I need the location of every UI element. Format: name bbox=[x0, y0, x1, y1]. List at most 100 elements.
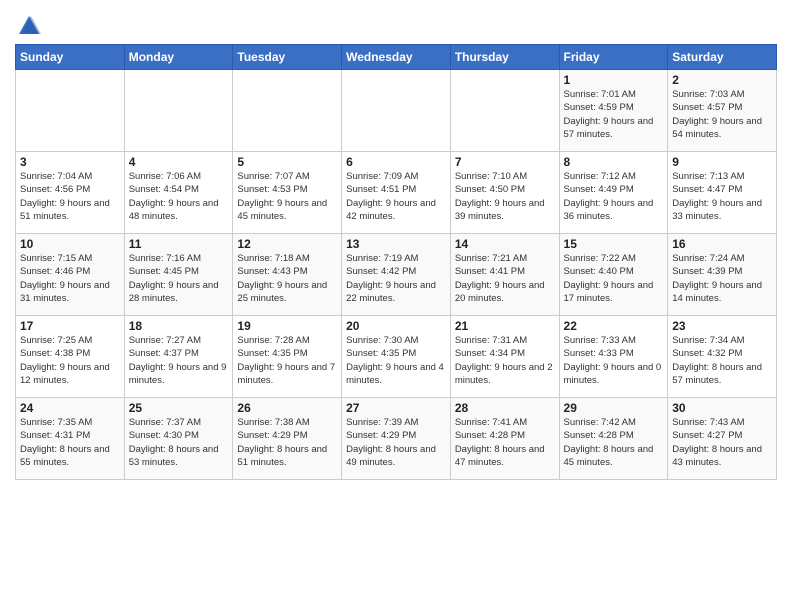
calendar-cell: 14Sunrise: 7:21 AM Sunset: 4:41 PM Dayli… bbox=[450, 234, 559, 316]
day-info: Sunrise: 7:01 AM Sunset: 4:59 PM Dayligh… bbox=[564, 88, 664, 141]
weekday-header-thursday: Thursday bbox=[450, 45, 559, 70]
calendar-cell bbox=[16, 70, 125, 152]
day-info: Sunrise: 7:24 AM Sunset: 4:39 PM Dayligh… bbox=[672, 252, 772, 305]
calendar-cell: 10Sunrise: 7:15 AM Sunset: 4:46 PM Dayli… bbox=[16, 234, 125, 316]
calendar-cell bbox=[342, 70, 451, 152]
calendar-cell: 21Sunrise: 7:31 AM Sunset: 4:34 PM Dayli… bbox=[450, 316, 559, 398]
day-number: 28 bbox=[455, 401, 555, 415]
day-info: Sunrise: 7:15 AM Sunset: 4:46 PM Dayligh… bbox=[20, 252, 120, 305]
day-info: Sunrise: 7:42 AM Sunset: 4:28 PM Dayligh… bbox=[564, 416, 664, 469]
day-number: 13 bbox=[346, 237, 446, 251]
calendar-cell: 23Sunrise: 7:34 AM Sunset: 4:32 PM Dayli… bbox=[668, 316, 777, 398]
calendar-cell: 20Sunrise: 7:30 AM Sunset: 4:35 PM Dayli… bbox=[342, 316, 451, 398]
calendar-week-1: 1Sunrise: 7:01 AM Sunset: 4:59 PM Daylig… bbox=[16, 70, 777, 152]
calendar-cell: 6Sunrise: 7:09 AM Sunset: 4:51 PM Daylig… bbox=[342, 152, 451, 234]
day-info: Sunrise: 7:09 AM Sunset: 4:51 PM Dayligh… bbox=[346, 170, 446, 223]
day-info: Sunrise: 7:13 AM Sunset: 4:47 PM Dayligh… bbox=[672, 170, 772, 223]
day-info: Sunrise: 7:27 AM Sunset: 4:37 PM Dayligh… bbox=[129, 334, 229, 387]
header bbox=[15, 10, 777, 38]
day-number: 23 bbox=[672, 319, 772, 333]
day-number: 2 bbox=[672, 73, 772, 87]
weekday-header-sunday: Sunday bbox=[16, 45, 125, 70]
day-info: Sunrise: 7:07 AM Sunset: 4:53 PM Dayligh… bbox=[237, 170, 337, 223]
day-info: Sunrise: 7:28 AM Sunset: 4:35 PM Dayligh… bbox=[237, 334, 337, 387]
day-info: Sunrise: 7:43 AM Sunset: 4:27 PM Dayligh… bbox=[672, 416, 772, 469]
header-row: SundayMondayTuesdayWednesdayThursdayFrid… bbox=[16, 45, 777, 70]
day-info: Sunrise: 7:19 AM Sunset: 4:42 PM Dayligh… bbox=[346, 252, 446, 305]
weekday-header-monday: Monday bbox=[124, 45, 233, 70]
calendar-table: SundayMondayTuesdayWednesdayThursdayFrid… bbox=[15, 44, 777, 480]
day-info: Sunrise: 7:06 AM Sunset: 4:54 PM Dayligh… bbox=[129, 170, 229, 223]
day-info: Sunrise: 7:30 AM Sunset: 4:35 PM Dayligh… bbox=[346, 334, 446, 387]
calendar-cell: 2Sunrise: 7:03 AM Sunset: 4:57 PM Daylig… bbox=[668, 70, 777, 152]
day-info: Sunrise: 7:22 AM Sunset: 4:40 PM Dayligh… bbox=[564, 252, 664, 305]
day-number: 1 bbox=[564, 73, 664, 87]
day-number: 14 bbox=[455, 237, 555, 251]
weekday-header-wednesday: Wednesday bbox=[342, 45, 451, 70]
day-number: 22 bbox=[564, 319, 664, 333]
day-info: Sunrise: 7:38 AM Sunset: 4:29 PM Dayligh… bbox=[237, 416, 337, 469]
day-number: 4 bbox=[129, 155, 229, 169]
calendar-cell: 11Sunrise: 7:16 AM Sunset: 4:45 PM Dayli… bbox=[124, 234, 233, 316]
calendar-cell: 29Sunrise: 7:42 AM Sunset: 4:28 PM Dayli… bbox=[559, 398, 668, 480]
calendar-cell bbox=[233, 70, 342, 152]
calendar-cell: 30Sunrise: 7:43 AM Sunset: 4:27 PM Dayli… bbox=[668, 398, 777, 480]
calendar-cell: 3Sunrise: 7:04 AM Sunset: 4:56 PM Daylig… bbox=[16, 152, 125, 234]
calendar-body: 1Sunrise: 7:01 AM Sunset: 4:59 PM Daylig… bbox=[16, 70, 777, 480]
day-number: 6 bbox=[346, 155, 446, 169]
day-number: 15 bbox=[564, 237, 664, 251]
calendar-week-3: 10Sunrise: 7:15 AM Sunset: 4:46 PM Dayli… bbox=[16, 234, 777, 316]
day-number: 11 bbox=[129, 237, 229, 251]
calendar-cell: 22Sunrise: 7:33 AM Sunset: 4:33 PM Dayli… bbox=[559, 316, 668, 398]
day-number: 3 bbox=[20, 155, 120, 169]
calendar-cell bbox=[450, 70, 559, 152]
day-info: Sunrise: 7:31 AM Sunset: 4:34 PM Dayligh… bbox=[455, 334, 555, 387]
calendar-cell bbox=[124, 70, 233, 152]
logo bbox=[15, 14, 41, 38]
day-info: Sunrise: 7:21 AM Sunset: 4:41 PM Dayligh… bbox=[455, 252, 555, 305]
day-info: Sunrise: 7:35 AM Sunset: 4:31 PM Dayligh… bbox=[20, 416, 120, 469]
calendar-cell: 28Sunrise: 7:41 AM Sunset: 4:28 PM Dayli… bbox=[450, 398, 559, 480]
day-info: Sunrise: 7:25 AM Sunset: 4:38 PM Dayligh… bbox=[20, 334, 120, 387]
calendar-cell: 25Sunrise: 7:37 AM Sunset: 4:30 PM Dayli… bbox=[124, 398, 233, 480]
day-number: 19 bbox=[237, 319, 337, 333]
calendar-cell: 15Sunrise: 7:22 AM Sunset: 4:40 PM Dayli… bbox=[559, 234, 668, 316]
day-info: Sunrise: 7:18 AM Sunset: 4:43 PM Dayligh… bbox=[237, 252, 337, 305]
day-info: Sunrise: 7:16 AM Sunset: 4:45 PM Dayligh… bbox=[129, 252, 229, 305]
calendar-cell: 16Sunrise: 7:24 AM Sunset: 4:39 PM Dayli… bbox=[668, 234, 777, 316]
calendar-week-2: 3Sunrise: 7:04 AM Sunset: 4:56 PM Daylig… bbox=[16, 152, 777, 234]
calendar-week-5: 24Sunrise: 7:35 AM Sunset: 4:31 PM Dayli… bbox=[16, 398, 777, 480]
calendar-cell: 4Sunrise: 7:06 AM Sunset: 4:54 PM Daylig… bbox=[124, 152, 233, 234]
calendar-week-4: 17Sunrise: 7:25 AM Sunset: 4:38 PM Dayli… bbox=[16, 316, 777, 398]
day-info: Sunrise: 7:37 AM Sunset: 4:30 PM Dayligh… bbox=[129, 416, 229, 469]
calendar-cell: 1Sunrise: 7:01 AM Sunset: 4:59 PM Daylig… bbox=[559, 70, 668, 152]
day-number: 21 bbox=[455, 319, 555, 333]
day-number: 16 bbox=[672, 237, 772, 251]
day-info: Sunrise: 7:12 AM Sunset: 4:49 PM Dayligh… bbox=[564, 170, 664, 223]
weekday-header-friday: Friday bbox=[559, 45, 668, 70]
day-info: Sunrise: 7:39 AM Sunset: 4:29 PM Dayligh… bbox=[346, 416, 446, 469]
weekday-header-saturday: Saturday bbox=[668, 45, 777, 70]
day-info: Sunrise: 7:04 AM Sunset: 4:56 PM Dayligh… bbox=[20, 170, 120, 223]
day-number: 26 bbox=[237, 401, 337, 415]
day-number: 9 bbox=[672, 155, 772, 169]
calendar-cell: 27Sunrise: 7:39 AM Sunset: 4:29 PM Dayli… bbox=[342, 398, 451, 480]
day-number: 12 bbox=[237, 237, 337, 251]
day-number: 18 bbox=[129, 319, 229, 333]
day-number: 24 bbox=[20, 401, 120, 415]
day-number: 7 bbox=[455, 155, 555, 169]
logo-icon bbox=[17, 14, 41, 38]
calendar-cell: 9Sunrise: 7:13 AM Sunset: 4:47 PM Daylig… bbox=[668, 152, 777, 234]
day-info: Sunrise: 7:33 AM Sunset: 4:33 PM Dayligh… bbox=[564, 334, 664, 387]
calendar-cell: 5Sunrise: 7:07 AM Sunset: 4:53 PM Daylig… bbox=[233, 152, 342, 234]
day-info: Sunrise: 7:10 AM Sunset: 4:50 PM Dayligh… bbox=[455, 170, 555, 223]
calendar-cell: 13Sunrise: 7:19 AM Sunset: 4:42 PM Dayli… bbox=[342, 234, 451, 316]
day-number: 17 bbox=[20, 319, 120, 333]
calendar-cell: 8Sunrise: 7:12 AM Sunset: 4:49 PM Daylig… bbox=[559, 152, 668, 234]
day-info: Sunrise: 7:41 AM Sunset: 4:28 PM Dayligh… bbox=[455, 416, 555, 469]
calendar-cell: 12Sunrise: 7:18 AM Sunset: 4:43 PM Dayli… bbox=[233, 234, 342, 316]
day-number: 27 bbox=[346, 401, 446, 415]
calendar-cell: 17Sunrise: 7:25 AM Sunset: 4:38 PM Dayli… bbox=[16, 316, 125, 398]
day-number: 25 bbox=[129, 401, 229, 415]
day-number: 5 bbox=[237, 155, 337, 169]
